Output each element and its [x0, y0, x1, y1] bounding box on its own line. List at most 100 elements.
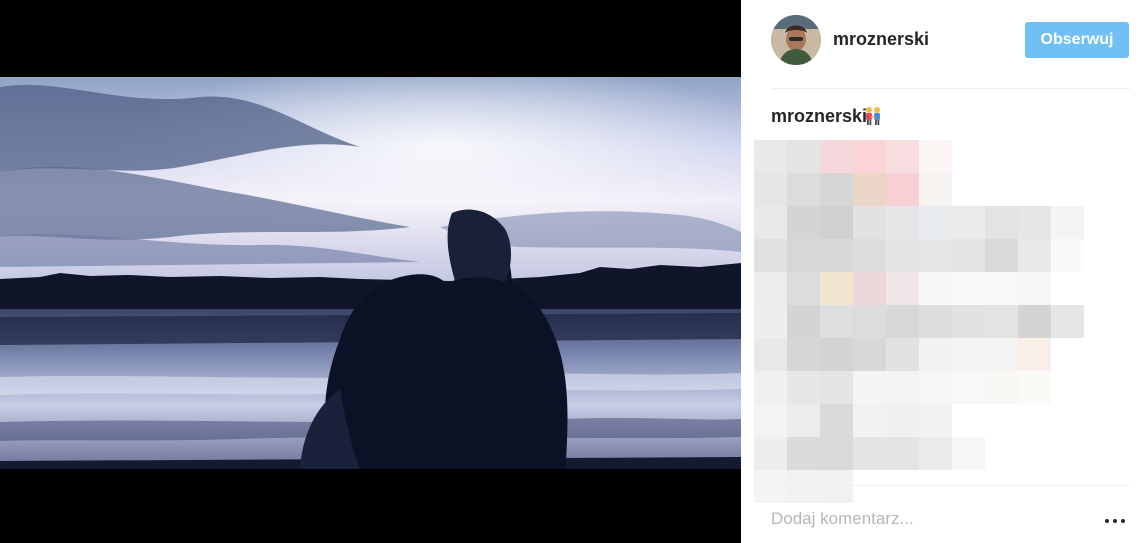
redacted-pixel — [1051, 239, 1084, 272]
redacted-pixel — [886, 173, 919, 206]
follow-button[interactable]: Obserwuj — [1025, 22, 1129, 58]
redacted-pixel — [787, 305, 820, 338]
redacted-pixel — [985, 206, 1018, 239]
redacted-pixel — [787, 404, 820, 437]
redacted-pixel — [919, 437, 952, 470]
comment-input[interactable] — [771, 505, 1091, 533]
redacted-pixel — [754, 404, 787, 437]
redacted-pixel — [853, 404, 886, 437]
redacted-pixel — [754, 173, 787, 206]
redacted-pixel — [787, 371, 820, 404]
redacted-pixel — [853, 338, 886, 371]
redacted-pixel — [820, 173, 853, 206]
redacted-pixel — [754, 206, 787, 239]
redacted-pixel — [853, 239, 886, 272]
redacted-pixel — [886, 239, 919, 272]
post-sidebar: mroznerski Obserwuj mroznerski — [741, 0, 1139, 543]
redacted-pixel — [886, 305, 919, 338]
redacted-pixel — [754, 470, 787, 503]
redacted-pixel — [919, 338, 952, 371]
redacted-pixel — [1018, 305, 1051, 338]
redacted-pixel — [985, 371, 1018, 404]
redacted-pixel — [919, 371, 952, 404]
redacted-pixel — [1018, 239, 1051, 272]
redacted-pixel — [952, 272, 985, 305]
avatar-image — [771, 15, 821, 65]
redacted-pixel — [853, 140, 886, 173]
post-header: mroznerski Obserwuj — [741, 0, 1139, 88]
redacted-pixel — [787, 173, 820, 206]
footer-divider — [771, 485, 1130, 486]
redacted-pixel — [886, 272, 919, 305]
redacted-pixel — [820, 404, 853, 437]
redacted-pixel — [985, 272, 1018, 305]
redacted-pixel — [919, 404, 952, 437]
redacted-pixel — [952, 305, 985, 338]
redacted-pixel — [820, 470, 853, 503]
redacted-pixel — [754, 338, 787, 371]
redacted-pixel — [1018, 338, 1051, 371]
redacted-pixel — [985, 338, 1018, 371]
redacted-pixel — [952, 437, 985, 470]
redacted-pixel — [853, 437, 886, 470]
redacted-pixel — [952, 338, 985, 371]
caption-text-redacted — [754, 140, 1084, 503]
redacted-pixel — [820, 437, 853, 470]
redacted-pixel — [754, 437, 787, 470]
redacted-pixel — [754, 305, 787, 338]
redacted-pixel — [1051, 305, 1084, 338]
redacted-pixel — [820, 272, 853, 305]
redacted-pixel — [853, 173, 886, 206]
redacted-pixel — [787, 338, 820, 371]
redacted-pixel — [919, 140, 952, 173]
redacted-pixel — [952, 206, 985, 239]
redacted-pixel — [820, 239, 853, 272]
redacted-pixel — [1018, 371, 1051, 404]
redacted-pixel — [853, 272, 886, 305]
redacted-pixel — [787, 437, 820, 470]
redacted-pixel — [919, 173, 952, 206]
redacted-pixel — [820, 371, 853, 404]
redacted-pixel — [886, 338, 919, 371]
redacted-pixel — [952, 239, 985, 272]
redacted-pixel — [787, 206, 820, 239]
redacted-pixel — [985, 239, 1018, 272]
more-options-icon[interactable] — [1105, 510, 1127, 530]
redacted-pixel — [919, 206, 952, 239]
redacted-pixel — [853, 206, 886, 239]
redacted-pixel — [820, 338, 853, 371]
post-author-username[interactable]: mroznerski — [833, 29, 929, 50]
redacted-pixel — [952, 371, 985, 404]
redacted-pixel — [886, 206, 919, 239]
avatar[interactable] — [771, 15, 821, 65]
redacted-pixel — [886, 437, 919, 470]
caption-author[interactable]: mroznerski — [771, 106, 867, 127]
header-divider — [771, 88, 1130, 89]
redacted-pixel — [787, 272, 820, 305]
redacted-pixel — [1051, 206, 1084, 239]
redacted-pixel — [853, 371, 886, 404]
redacted-pixel — [787, 470, 820, 503]
redacted-pixel — [754, 371, 787, 404]
redacted-pixel — [754, 272, 787, 305]
redacted-pixel — [1018, 206, 1051, 239]
redacted-pixel — [787, 140, 820, 173]
redacted-pixel — [754, 239, 787, 272]
redacted-pixel — [820, 206, 853, 239]
post-media[interactable] — [0, 0, 741, 543]
redacted-pixel — [853, 305, 886, 338]
redacted-pixel — [985, 305, 1018, 338]
redacted-pixel — [754, 140, 787, 173]
redacted-pixel — [886, 140, 919, 173]
redacted-pixel — [787, 239, 820, 272]
redacted-pixel — [919, 272, 952, 305]
couple-holding-hands-icon — [866, 107, 880, 125]
redacted-pixel — [886, 371, 919, 404]
redacted-pixel — [919, 305, 952, 338]
post-photo[interactable] — [0, 77, 741, 469]
redacted-pixel — [886, 404, 919, 437]
redacted-pixel — [1018, 272, 1051, 305]
redacted-pixel — [919, 239, 952, 272]
redacted-pixel — [820, 305, 853, 338]
redacted-pixel — [820, 140, 853, 173]
